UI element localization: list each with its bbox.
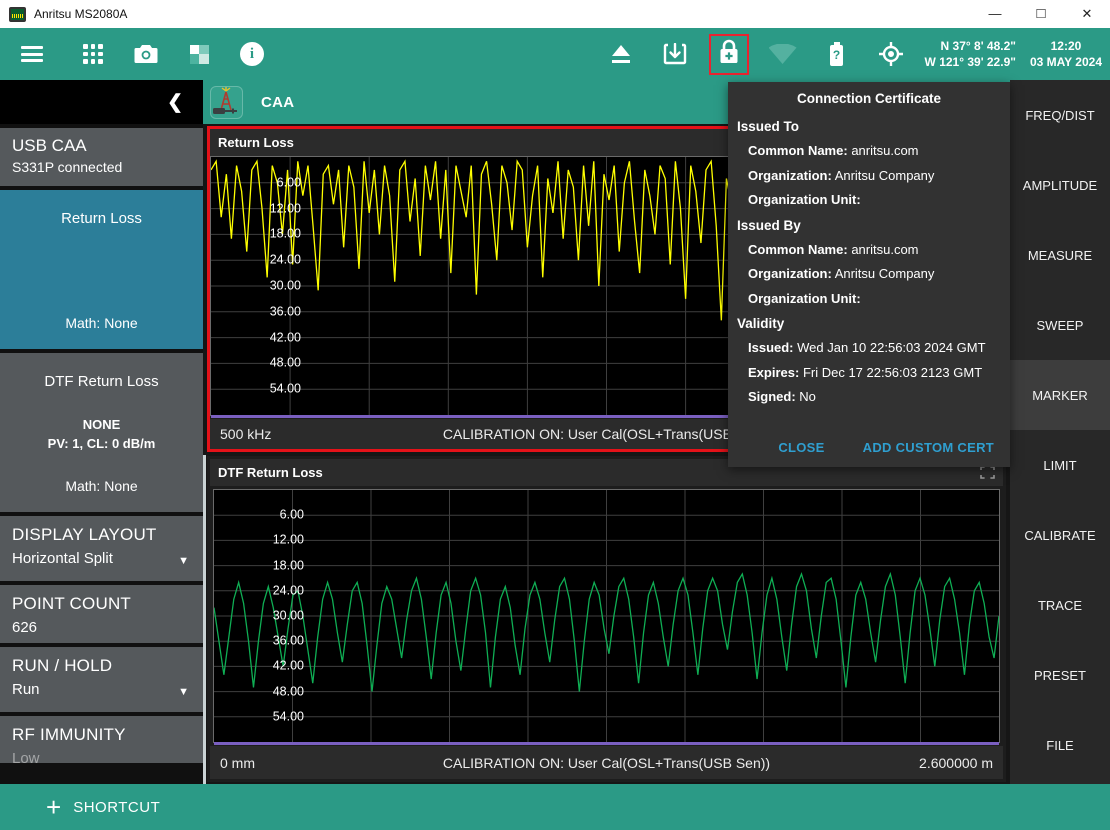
window-titlebar: Anritsu MS2080A — □ ✕ xyxy=(0,0,1110,28)
chevron-down-icon: ▼ xyxy=(178,686,189,698)
plus-icon: + xyxy=(46,794,61,820)
app-window-icon xyxy=(9,7,26,22)
connection-certificate-popup: Connection Certificate Issued To Common … xyxy=(728,82,1010,467)
popup-title: Connection Certificate xyxy=(728,91,1010,106)
apps-grid-icon[interactable] xyxy=(73,34,113,74)
start-frequency-label: 500 kHz xyxy=(220,426,400,442)
close-button[interactable]: CLOSE xyxy=(778,440,824,455)
certificate-lock-icon[interactable] xyxy=(709,34,749,75)
setting-point-count[interactable]: POINT COUNT 626 xyxy=(0,585,203,643)
minimize-button[interactable]: — xyxy=(972,0,1018,28)
caa-app-icon xyxy=(210,86,243,119)
menu-trace[interactable]: TRACE xyxy=(1010,570,1110,640)
setting-rf-immunity[interactable]: RF IMMUNITY Low xyxy=(0,716,203,763)
sidebar-scrollbar[interactable] xyxy=(203,455,206,784)
left-sidebar: ❮ USB CAA S331P connected Return Loss Ma… xyxy=(0,80,203,784)
measurement-dtf-return-loss[interactable]: DTF Return Loss NONE PV: 1, CL: 0 dB/m M… xyxy=(0,353,203,512)
menu-hamburger-icon[interactable] xyxy=(12,34,52,74)
right-function-menu: FREQ/DIST AMPLITUDE MEASURE SWEEP MARKER… xyxy=(1010,80,1110,784)
section-issued-by: Issued By xyxy=(728,213,1010,238)
measurement-return-loss[interactable]: Return Loss Math: None xyxy=(0,190,203,349)
menu-calibrate[interactable]: CALIBRATE xyxy=(1010,500,1110,570)
section-validity: Validity xyxy=(728,311,1010,336)
add-custom-cert-button[interactable]: ADD CUSTOM CERT xyxy=(863,440,994,455)
menu-measure[interactable]: MEASURE xyxy=(1010,220,1110,290)
save-import-icon[interactable] xyxy=(655,34,695,74)
sidebar-collapse-button[interactable]: ❮ xyxy=(0,80,203,124)
display-layout-icon[interactable] xyxy=(179,34,219,74)
menu-file[interactable]: FILE xyxy=(1010,710,1110,780)
close-button[interactable]: ✕ xyxy=(1064,0,1110,28)
device-status-block: USB CAA S331P connected xyxy=(0,128,203,186)
battery-icon[interactable]: ? xyxy=(817,34,857,74)
calibration-status: CALIBRATION ON: User Cal(OSL+Trans(USB S… xyxy=(400,755,813,771)
menu-sweep[interactable]: SWEEP xyxy=(1010,290,1110,360)
main-toolbar: i ? N 37° 8' 48.2" W 121° 39' 22.9" 12:2… xyxy=(0,28,1110,80)
app-name: CAA xyxy=(261,94,294,111)
gps-coordinates: N 37° 8' 48.2" W 121° 39' 22.9" xyxy=(925,38,1016,70)
dtf-return-loss-chart[interactable]: 6.0012.0018.0024.0030.0036.0042.0048.005… xyxy=(213,489,1000,743)
info-icon[interactable]: i xyxy=(232,34,272,74)
chevron-left-icon: ❮ xyxy=(167,91,183,114)
setting-run-hold[interactable]: RUN / HOLD Run ▼ xyxy=(0,647,203,712)
section-issued-to: Issued To xyxy=(728,114,1010,139)
menu-amplitude[interactable]: AMPLITUDE xyxy=(1010,150,1110,220)
anritsu-ms2080a-window: Anritsu MS2080A — □ ✕ i ? xyxy=(0,0,1110,830)
gps-icon[interactable] xyxy=(871,34,911,74)
menu-preset[interactable]: PRESET xyxy=(1010,640,1110,710)
eject-icon[interactable] xyxy=(601,34,641,74)
start-distance-label: 0 mm xyxy=(220,755,400,771)
trace-baseline-marker xyxy=(214,742,999,745)
stop-distance-label: 2.600000 m xyxy=(813,755,993,771)
menu-marker[interactable]: MARKER xyxy=(1010,360,1110,430)
shortcut-label: SHORTCUT xyxy=(73,799,160,816)
screenshot-camera-icon[interactable] xyxy=(126,34,166,74)
wifi-icon[interactable] xyxy=(763,34,803,74)
shortcut-bar[interactable]: + SHORTCUT xyxy=(0,784,1110,830)
dtf-return-loss-panel[interactable]: DTF Return Loss 6.0012.0018.0024.0030.00… xyxy=(207,456,1006,782)
expand-fullscreen-icon[interactable] xyxy=(980,466,995,479)
window-title: Anritsu MS2080A xyxy=(34,7,127,21)
menu-limit[interactable]: LIMIT xyxy=(1010,430,1110,500)
maximize-button[interactable]: □ xyxy=(1018,0,1064,28)
clock: 12:20 03 MAY 2024 xyxy=(1030,38,1102,70)
dtf-footer: 0 mm CALIBRATION ON: User Cal(OSL+Trans(… xyxy=(210,746,1003,779)
menu-freq-dist[interactable]: FREQ/DIST xyxy=(1010,80,1110,150)
setting-display-layout[interactable]: DISPLAY LAYOUT Horizontal Split ▼ xyxy=(0,516,203,581)
chevron-down-icon: ▼ xyxy=(178,555,189,567)
